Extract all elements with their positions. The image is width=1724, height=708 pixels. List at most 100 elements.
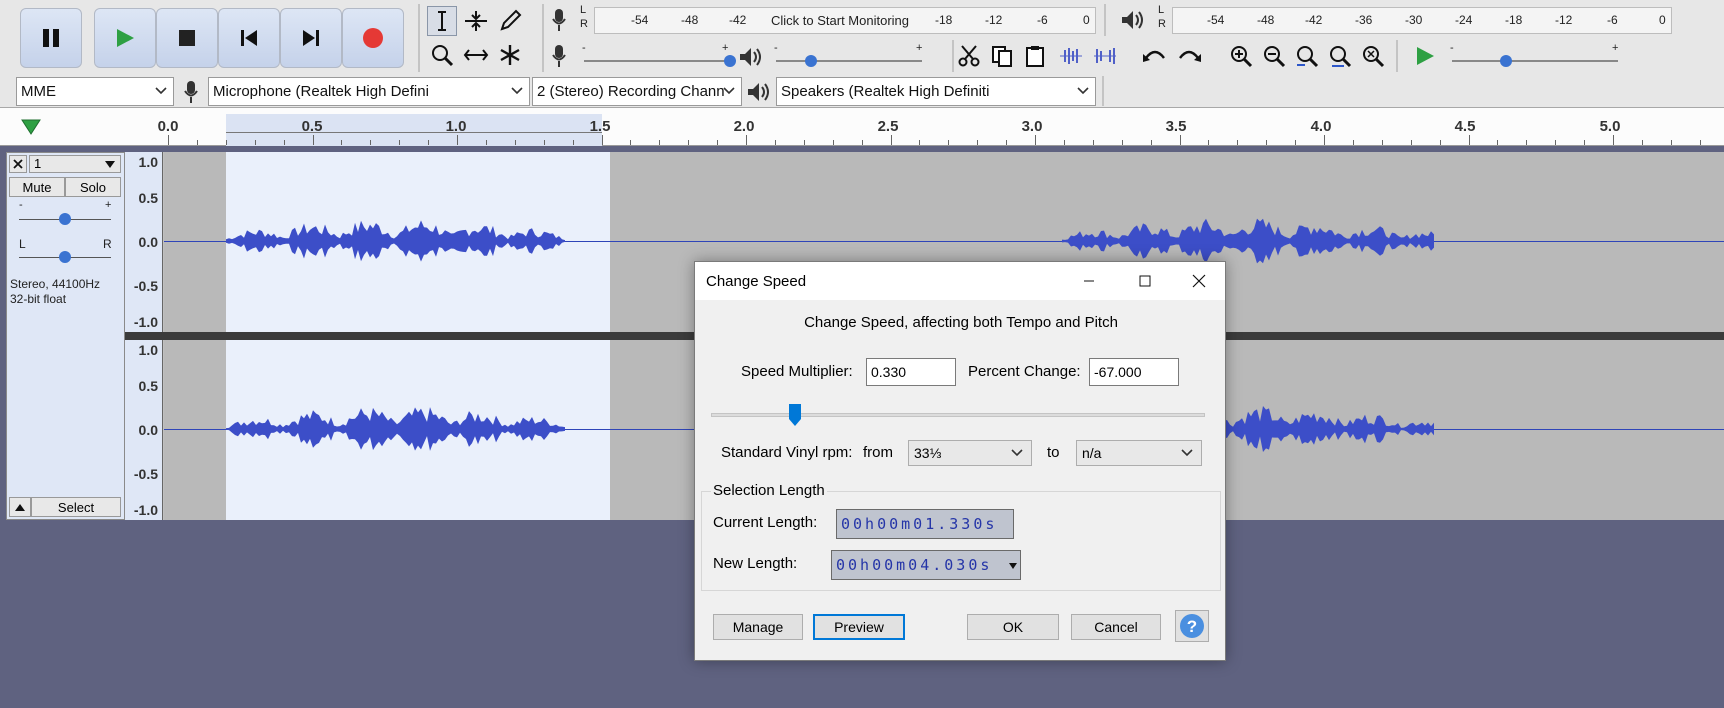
meter-tick: -54	[631, 13, 649, 27]
chevron-down-icon[interactable]	[1008, 562, 1018, 570]
skip-to-end-button[interactable]	[280, 8, 342, 68]
undo-button[interactable]	[1140, 41, 1170, 71]
pinned-head-button[interactable]	[20, 116, 42, 138]
stop-button[interactable]	[156, 8, 218, 68]
manage-button[interactable]: Manage	[713, 614, 803, 640]
play-meter[interactable]: -54 -48 -42 -36 -30 -24 -18 -12 -6 0	[1172, 7, 1672, 34]
ruler-tick	[1121, 140, 1123, 145]
record-meter[interactable]: -54 -48 -42 Click to Start Monitoring -1…	[594, 7, 1096, 34]
chevron-down-icon	[155, 87, 167, 95]
zoom-out-icon	[1264, 46, 1286, 68]
record-button[interactable]	[342, 8, 404, 68]
ruler-tick	[1208, 140, 1210, 145]
selection-tool-button[interactable]	[427, 6, 457, 36]
play-button[interactable]	[94, 8, 156, 68]
ruler-label: 0.0	[157, 118, 179, 135]
speed-slider[interactable]	[711, 413, 1205, 417]
track-menu-button[interactable]: 1	[29, 155, 121, 173]
recording-volume-slider[interactable]	[584, 60, 728, 62]
pencil-icon	[500, 9, 522, 31]
speed-multiplier-input[interactable]: 0.330	[866, 358, 956, 386]
vinyl-to-select[interactable]: n/a	[1076, 440, 1202, 466]
time-shift-tool-button[interactable]	[461, 40, 491, 70]
play-speed-slider[interactable]	[1452, 60, 1618, 62]
start-monitoring-prompt[interactable]: Click to Start Monitoring	[771, 13, 909, 28]
current-length-control[interactable]: 00h00m01.330s	[836, 509, 1014, 539]
ruler-tick	[1092, 140, 1094, 145]
zoom-toggle-button[interactable]	[1358, 41, 1388, 71]
play-icon	[1417, 47, 1434, 65]
ruler-tick	[746, 135, 747, 145]
slider-max-label: +	[916, 42, 923, 54]
close-button[interactable]	[1171, 262, 1227, 300]
silence-audio-button[interactable]	[1090, 41, 1120, 71]
pause-icon	[43, 29, 59, 47]
ruler-tick	[1699, 140, 1701, 145]
maximize-icon	[1139, 275, 1151, 287]
cut-button[interactable]	[954, 41, 984, 71]
playback-volume-slider[interactable]	[776, 60, 922, 62]
paste-button[interactable]	[1020, 41, 1050, 71]
ok-button[interactable]: OK	[967, 614, 1059, 640]
track-bit-depth-info: 32-bit float	[10, 292, 67, 306]
ruler-tick	[890, 135, 892, 145]
zoom-out-button[interactable]	[1259, 41, 1289, 71]
envelope-tool-button[interactable]	[461, 6, 491, 36]
help-button[interactable]: ?	[1175, 610, 1209, 642]
play-at-speed-button[interactable]	[1410, 41, 1440, 71]
chevron-down-icon	[1181, 449, 1193, 457]
vinyl-to-value: n/a	[1082, 445, 1102, 461]
trim-audio-button[interactable]	[1056, 41, 1086, 71]
percent-change-label: Percent Change:	[968, 363, 1081, 380]
mute-button[interactable]: Mute	[9, 177, 65, 197]
draw-tool-button[interactable]	[495, 6, 525, 36]
redo-icon	[1179, 50, 1201, 62]
mic-device-icon-wrap	[180, 79, 202, 105]
ruler-tick	[485, 140, 487, 145]
skip-to-start-button[interactable]	[218, 8, 280, 68]
chevron-down-icon	[105, 161, 115, 168]
svg-text:?: ?	[1187, 617, 1197, 636]
play-speed-thumb[interactable]	[1500, 55, 1512, 67]
new-length-control[interactable]: 00h00m04.030s	[831, 550, 1021, 580]
preview-button[interactable]: Preview	[813, 614, 905, 640]
recording-device-select[interactable]: Microphone (Realtek High Defini	[208, 77, 530, 106]
playback-device-select[interactable]: Speakers (Realtek High Definiti	[776, 77, 1096, 106]
recording-volume-thumb[interactable]	[724, 55, 736, 67]
fit-selection-button[interactable]	[1292, 41, 1322, 71]
ruler-selection-bar	[226, 132, 602, 133]
copy-button[interactable]	[987, 41, 1017, 71]
collapse-track-button[interactable]	[9, 497, 31, 517]
scale-label: 1.0	[138, 154, 158, 170]
pan-thumb[interactable]	[59, 251, 71, 263]
timeline-ruler[interactable]: 0.0 0.5 1.0 1.5 2.0 2.5 3.0 3.5 4.0 4.5 …	[0, 108, 1724, 146]
multi-tool-button[interactable]	[495, 40, 525, 70]
select-track-button[interactable]: Select	[31, 497, 121, 517]
track-control-panel[interactable]: 1 Mute Solo - + L R Stereo, 44100Hz 32-b…	[6, 152, 125, 520]
close-track-button[interactable]	[9, 155, 27, 173]
play-meter-button[interactable]	[1118, 6, 1148, 34]
redo-button[interactable]	[1174, 41, 1204, 71]
dialog-titlebar[interactable]: Change Speed	[695, 262, 1225, 300]
new-length-label: New Length:	[713, 555, 798, 572]
percent-change-input[interactable]: -67.000	[1089, 358, 1179, 386]
recording-channels-select[interactable]: 2 (Stereo) Recording Chann	[532, 77, 742, 106]
audio-host-select[interactable]: MME	[16, 77, 174, 106]
vertical-scale: 1.0 0.5 0.0 -0.5 -1.0	[125, 340, 163, 520]
solo-button[interactable]: Solo	[65, 177, 121, 197]
playback-volume-thumb[interactable]	[805, 55, 817, 67]
maximize-button[interactable]	[1117, 262, 1173, 300]
speed-slider-thumb[interactable]	[788, 403, 802, 427]
pause-button[interactable]	[20, 8, 82, 68]
microphone-icon	[552, 9, 566, 31]
microphone-icon	[184, 81, 198, 103]
cancel-button[interactable]: Cancel	[1071, 614, 1161, 640]
vinyl-from-select[interactable]: 33⅓	[908, 440, 1032, 466]
gain-thumb[interactable]	[59, 213, 71, 225]
zoom-tool-button[interactable]	[427, 40, 457, 70]
minimize-button[interactable]	[1061, 262, 1117, 300]
record-meter-button[interactable]	[548, 6, 570, 34]
fit-project-button[interactable]	[1325, 41, 1355, 71]
zoom-in-button[interactable]	[1226, 41, 1256, 71]
vinyl-rpm-label: Standard Vinyl rpm:	[721, 444, 853, 461]
